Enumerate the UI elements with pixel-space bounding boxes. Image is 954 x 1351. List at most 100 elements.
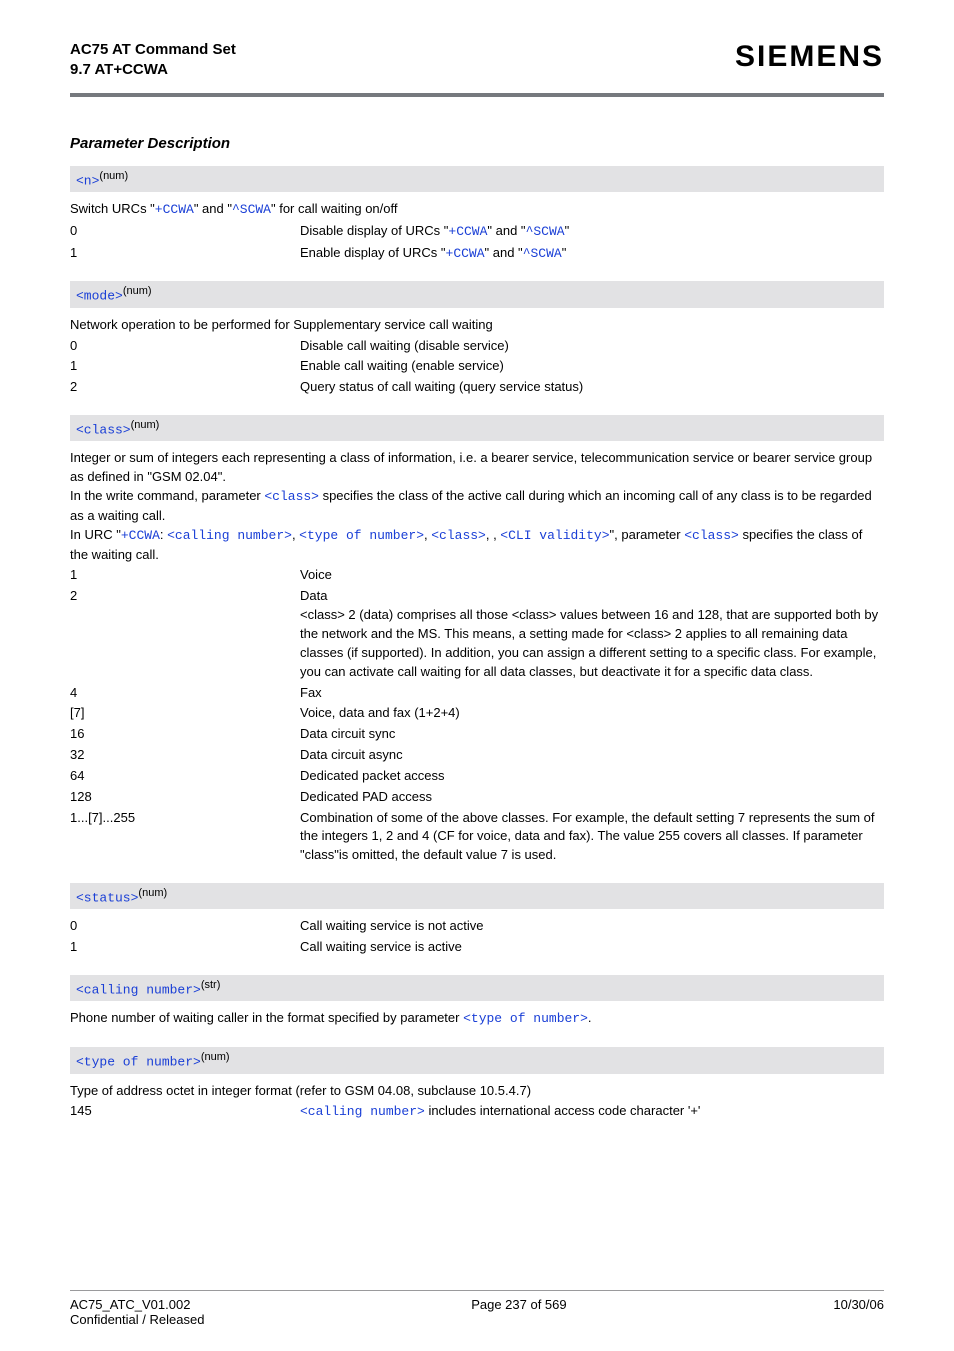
page-header: AC75 AT Command Set 9.7 AT+CCWA SIEMENS xyxy=(70,40,884,89)
footer-left2: Confidential / Released xyxy=(70,1312,204,1327)
param-class-row: 16Data circuit sync xyxy=(70,725,884,744)
val: Voice, data and fax (1+2+4) xyxy=(300,704,884,723)
text: . xyxy=(588,1010,592,1025)
val-line: Data xyxy=(300,587,884,606)
key: 32 xyxy=(70,746,300,765)
val: Disable display of URCs "+CCWA" and "^SC… xyxy=(300,222,884,242)
param-status-code: <status> xyxy=(76,890,138,905)
code-token: +CCWA xyxy=(121,528,160,543)
text: Enable display of URCs " xyxy=(300,245,446,260)
key: 1 xyxy=(70,938,300,957)
page-footer: AC75_ATC_V01.002 Confidential / Released… xyxy=(70,1290,884,1327)
param-n-sup: (num) xyxy=(99,170,128,182)
key: 2 xyxy=(70,587,300,681)
text: includes international access code chara… xyxy=(425,1103,701,1118)
footer-center: Page 237 of 569 xyxy=(471,1297,566,1327)
key: 1 xyxy=(70,566,300,585)
val: <calling number> includes international … xyxy=(300,1102,884,1122)
text: In the write command, parameter xyxy=(70,488,264,503)
text: Phone number of waiting caller in the fo… xyxy=(70,1010,463,1025)
text: " and " xyxy=(194,201,232,216)
param-n-block: Switch URCs "+CCWA" and "^SCWA" for call… xyxy=(70,200,884,264)
param-n-desc: Switch URCs "+CCWA" and "^SCWA" for call… xyxy=(70,200,884,220)
param-mode-sup: (num) xyxy=(123,285,152,297)
text: " xyxy=(565,223,570,238)
text: Switch URCs " xyxy=(70,201,155,216)
code-token: <class> xyxy=(684,528,739,543)
key: 2 xyxy=(70,378,300,397)
param-n-code: <n> xyxy=(76,173,99,188)
brand-logo: SIEMENS xyxy=(735,40,884,74)
param-type-code: <type of number> xyxy=(76,1055,201,1070)
code-token: ^SCWA xyxy=(523,246,562,261)
header-line1: AC75 AT Command Set xyxy=(70,41,236,58)
param-mode-code: <mode> xyxy=(76,289,123,304)
param-status-row: 1Call waiting service is active xyxy=(70,938,884,957)
param-mode-row: 2Query status of call waiting (query ser… xyxy=(70,378,884,397)
param-class-row: [7]Voice, data and fax (1+2+4) xyxy=(70,704,884,723)
param-class-bar: <class>(num) xyxy=(70,415,884,441)
code-token: <type of number> xyxy=(463,1011,588,1026)
val: Disable call waiting (disable service) xyxy=(300,337,884,356)
val: Data circuit async xyxy=(300,746,884,765)
val: Combination of some of the above classes… xyxy=(300,809,884,866)
key: 0 xyxy=(70,337,300,356)
val: Voice xyxy=(300,566,884,585)
param-n-row: 0 Disable display of URCs "+CCWA" and "^… xyxy=(70,222,884,242)
param-class-code: <class> xyxy=(76,422,131,437)
key: 145 xyxy=(70,1102,300,1122)
text: , , xyxy=(486,527,500,542)
param-calling-block: Phone number of waiting caller in the fo… xyxy=(70,1009,884,1029)
key: 16 xyxy=(70,725,300,744)
code-token: <calling number> xyxy=(300,1104,425,1119)
code-token: ^SCWA xyxy=(526,224,565,239)
val: Call waiting service is not active xyxy=(300,917,884,936)
code-token: ^SCWA xyxy=(232,202,271,217)
val: Enable call waiting (enable service) xyxy=(300,357,884,376)
code-token: +CCWA xyxy=(448,224,487,239)
param-mode-desc: Network operation to be performed for Su… xyxy=(70,316,884,335)
footer-left1: AC75_ATC_V01.002 xyxy=(70,1297,190,1312)
param-type-block: Type of address octet in integer format … xyxy=(70,1082,884,1123)
param-mode-bar: <mode>(num) xyxy=(70,281,884,307)
param-class-p2: In the write command, parameter <class> … xyxy=(70,487,884,526)
val: Query status of call waiting (query serv… xyxy=(300,378,884,397)
param-status-bar: <status>(num) xyxy=(70,883,884,909)
param-class-row: 4Fax xyxy=(70,684,884,703)
header-title: AC75 AT Command Set 9.7 AT+CCWA xyxy=(70,40,236,81)
param-mode-row: 0Disable call waiting (disable service) xyxy=(70,337,884,356)
section-title: Parameter Description xyxy=(70,135,884,152)
param-calling-code: <calling number> xyxy=(76,982,201,997)
param-class-row: 32Data circuit async xyxy=(70,746,884,765)
param-class-row: 128Dedicated PAD access xyxy=(70,788,884,807)
text: ", parameter xyxy=(610,527,685,542)
param-mode-block: Network operation to be performed for Su… xyxy=(70,316,884,397)
text: " and " xyxy=(487,223,525,238)
key: 64 xyxy=(70,767,300,786)
code-token: +CCWA xyxy=(446,246,485,261)
val: Fax xyxy=(300,684,884,703)
code-token: <CLI validity> xyxy=(500,528,609,543)
param-type-bar: <type of number>(num) xyxy=(70,1047,884,1073)
param-class-p1: Integer or sum of integers each represen… xyxy=(70,449,884,487)
param-class-block: Integer or sum of integers each represen… xyxy=(70,449,884,865)
footer-rule xyxy=(70,1290,884,1291)
val: Data circuit sync xyxy=(300,725,884,744)
text: " xyxy=(562,245,567,260)
param-type-sup: (num) xyxy=(201,1051,230,1063)
param-class-row: 1...[7]...255Combination of some of the … xyxy=(70,809,884,866)
code-token: <type of number> xyxy=(299,528,424,543)
key: 0 xyxy=(70,917,300,936)
val: Data <class> 2 (data) comprises all thos… xyxy=(300,587,884,681)
val: Dedicated PAD access xyxy=(300,788,884,807)
param-type-row: 145 <calling number> includes internatio… xyxy=(70,1102,884,1122)
param-class-sup: (num) xyxy=(131,419,160,431)
val-extra: <class> 2 (data) comprises all those <cl… xyxy=(300,606,884,681)
code-token: <class> xyxy=(264,489,319,504)
param-calling-bar: <calling number>(str) xyxy=(70,975,884,1001)
code-token: <calling number> xyxy=(167,528,292,543)
key: 1 xyxy=(70,357,300,376)
text: Disable display of URCs " xyxy=(300,223,448,238)
param-status-block: 0Call waiting service is not active 1Cal… xyxy=(70,917,884,957)
param-class-row: 2 Data <class> 2 (data) comprises all th… xyxy=(70,587,884,681)
